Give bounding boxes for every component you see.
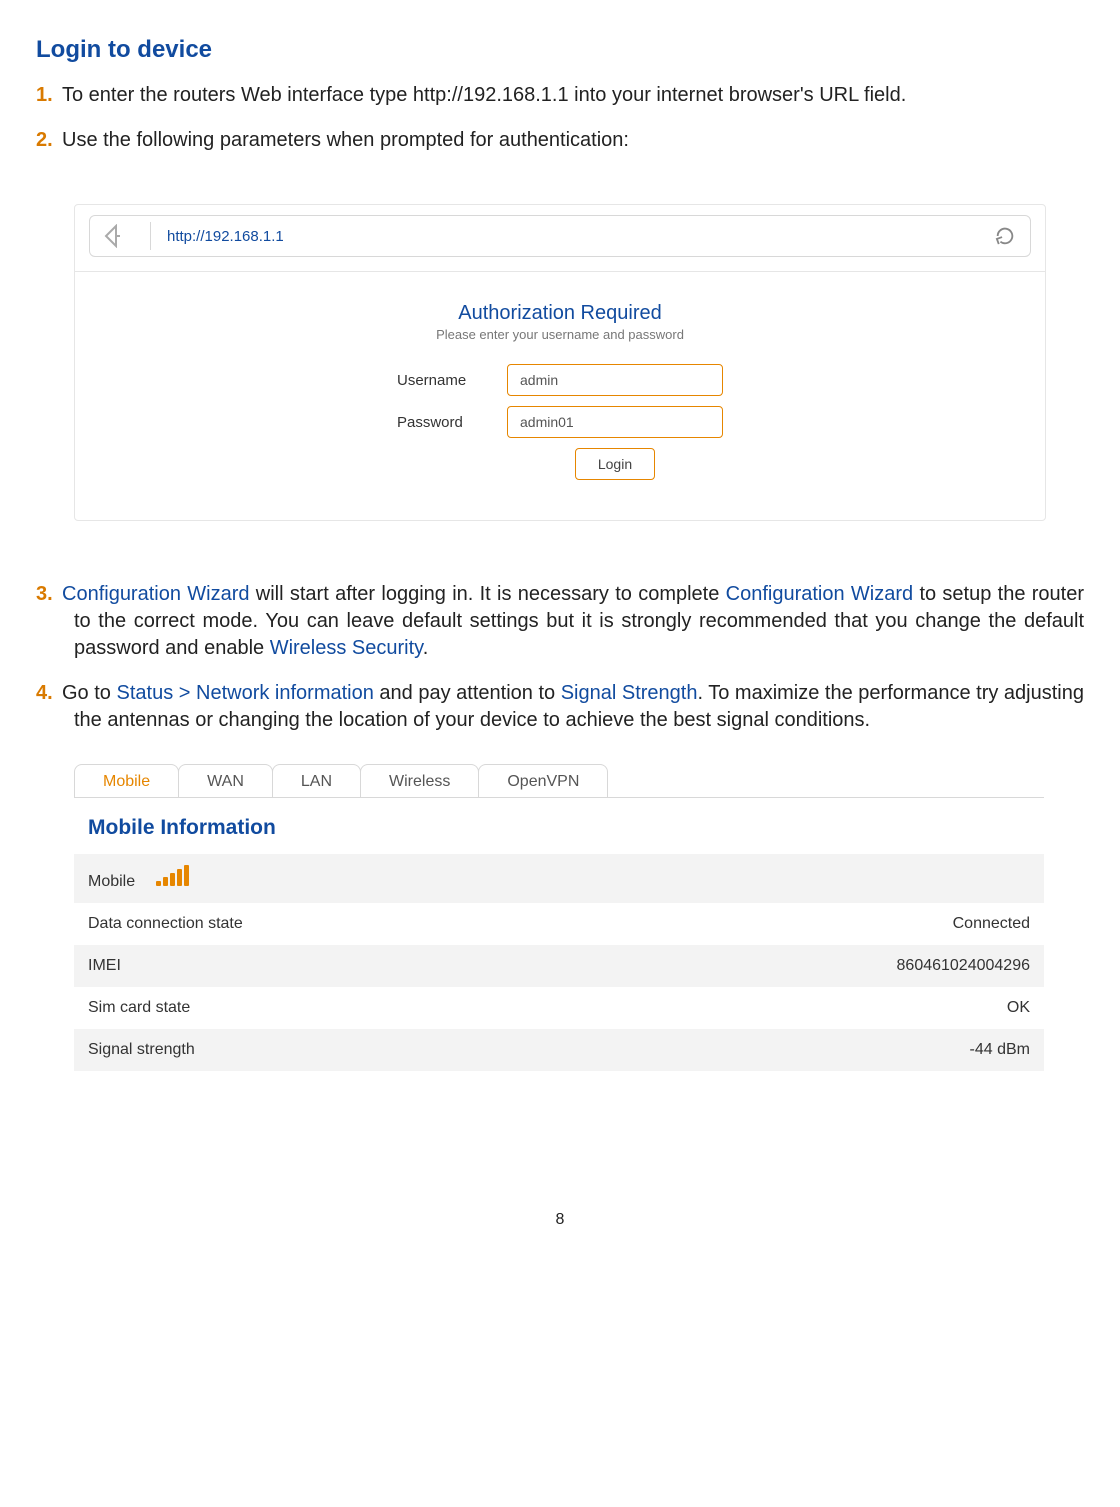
step-text: Use the following parameters when prompt…	[62, 129, 629, 151]
steps-list-continued: 3.Configuration Wizard will start after …	[36, 581, 1084, 734]
back-icon[interactable]	[104, 224, 134, 248]
row-value: -44 dBm	[970, 1041, 1030, 1059]
address-bar-container: http://192.168.1.1	[75, 205, 1045, 257]
row-label: IMEI	[88, 957, 897, 975]
row-value: 860461024004296	[897, 957, 1030, 975]
step-3: 3.Configuration Wizard will start after …	[36, 581, 1084, 662]
mobile-info-screenshot: Mobile WAN LAN Wireless OpenVPN Mobile I…	[74, 764, 1044, 1071]
row-label: Signal strength	[88, 1041, 970, 1059]
signal-bars-icon	[156, 866, 189, 886]
row-label: Data connection state	[88, 915, 953, 933]
row-value: Connected	[953, 915, 1030, 933]
step-number: 2.	[36, 127, 62, 154]
tab-wireless[interactable]: Wireless	[360, 764, 479, 797]
row-label: Sim card state	[88, 999, 1007, 1017]
username-field[interactable]: admin	[507, 364, 723, 396]
step-number: 1.	[36, 82, 62, 109]
url-text: http://192.168.1.1	[167, 228, 994, 245]
auth-title: Authorization Required	[85, 302, 1035, 325]
row-value: OK	[1007, 999, 1030, 1017]
tab-lan[interactable]: LAN	[272, 764, 361, 797]
login-body: Authorization Required Please enter your…	[75, 271, 1045, 520]
refresh-icon[interactable]	[994, 225, 1016, 247]
table-row: Sim card state OK	[74, 987, 1044, 1029]
step-number: 4.	[36, 680, 62, 707]
link-signal-strength: Signal Strength	[561, 682, 698, 704]
auth-subtitle: Please enter your username and password	[85, 327, 1035, 342]
login-button[interactable]: Login	[575, 448, 655, 480]
page-number: 8	[36, 1211, 1084, 1229]
link-config-wizard: Configuration Wizard	[726, 583, 914, 605]
table-row: Data connection state Connected	[74, 903, 1044, 945]
link-config-wizard: Configuration Wizard	[62, 583, 250, 605]
step-1: 1.To enter the routers Web interface typ…	[36, 82, 1084, 109]
steps-list: 1.To enter the routers Web interface typ…	[36, 82, 1084, 154]
login-screenshot: http://192.168.1.1 Authorization Require…	[74, 204, 1046, 521]
password-field[interactable]: admin01	[507, 406, 723, 438]
table-row: Signal strength -44 dBm	[74, 1029, 1044, 1071]
section-heading: Login to device	[36, 36, 1084, 64]
table-row: IMEI 860461024004296	[74, 945, 1044, 987]
link-wireless-security: Wireless Security	[270, 637, 423, 659]
tab-mobile[interactable]: Mobile	[74, 764, 179, 797]
tab-bar: Mobile WAN LAN Wireless OpenVPN	[74, 764, 1044, 797]
link-status-network: Status > Network information	[117, 682, 374, 704]
tab-wan[interactable]: WAN	[178, 764, 273, 797]
step-4: 4.Go to Status > Network information and…	[36, 680, 1084, 734]
panel-title: Mobile Information	[74, 812, 1044, 854]
username-label: Username	[397, 372, 507, 389]
step-number: 3.	[36, 581, 62, 608]
step-text: To enter the routers Web interface type …	[62, 84, 906, 106]
password-row: Password admin01	[85, 406, 1035, 438]
mobile-panel: Mobile Information Mobile Data connectio…	[74, 797, 1044, 1071]
mobile-label: Mobile	[88, 866, 1030, 891]
tab-openvpn[interactable]: OpenVPN	[478, 764, 608, 797]
address-bar[interactable]: http://192.168.1.1	[89, 215, 1031, 257]
mobile-header-row: Mobile	[74, 854, 1044, 903]
step-2: 2.Use the following parameters when prom…	[36, 127, 1084, 154]
separator	[150, 222, 151, 250]
username-row: Username admin	[85, 364, 1035, 396]
password-label: Password	[397, 414, 507, 431]
